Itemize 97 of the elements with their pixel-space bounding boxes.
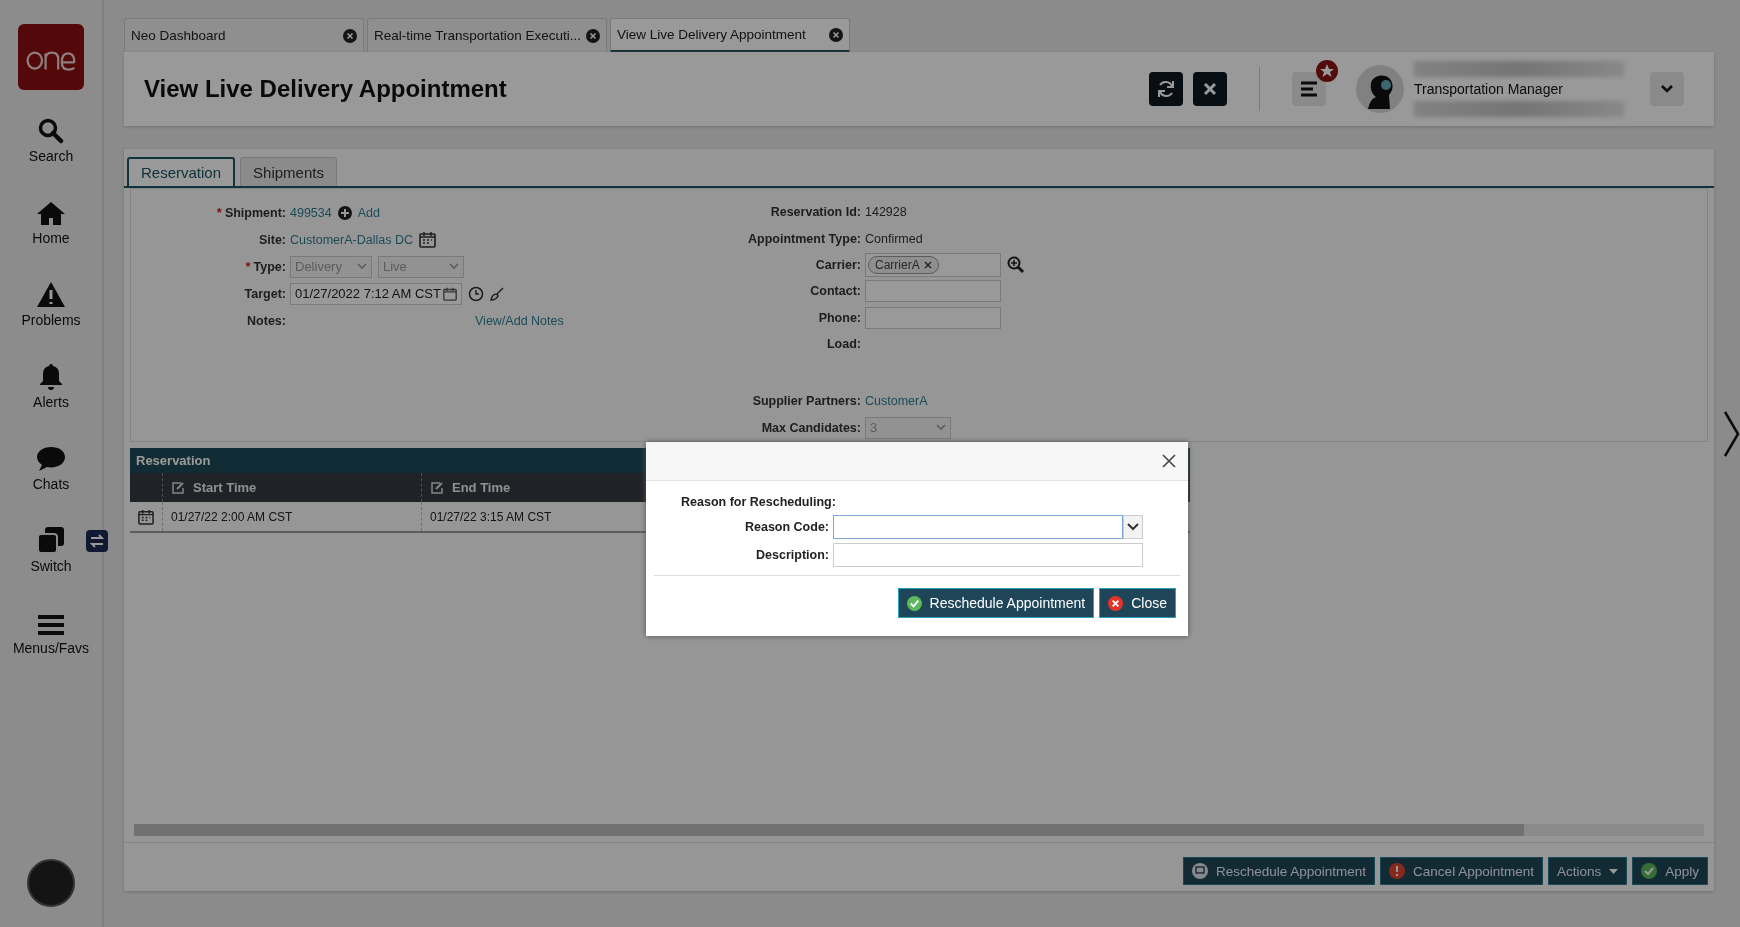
partner-link[interactable]: CustomerA bbox=[865, 394, 928, 409]
field-value: Confirmed bbox=[865, 231, 923, 246]
tab[interactable]: Shipments bbox=[240, 157, 337, 186]
close-icon[interactable] bbox=[343, 28, 357, 43]
input-field[interactable] bbox=[865, 280, 1001, 303]
sidebar-item[interactable]: Problems bbox=[15, 278, 87, 360]
footer-button[interactable]: Apply bbox=[1632, 857, 1708, 885]
field-label: Target: bbox=[244, 286, 286, 301]
chevron-down-icon bbox=[449, 263, 459, 270]
field-label: Reservation Id: bbox=[769, 205, 861, 220]
swap-arrows-icon bbox=[85, 530, 108, 552]
chevron-down-icon bbox=[357, 263, 367, 270]
plus-circle-icon bbox=[337, 205, 352, 220]
window-tab[interactable]: View Live Delivery Appointment bbox=[610, 18, 850, 52]
dialog-button[interactable]: Reschedule Appointment bbox=[897, 588, 1095, 618]
table-cell: 01/27/22 2:00 AM CST bbox=[162, 502, 421, 531]
broom-icon[interactable] bbox=[490, 286, 504, 301]
dialog-button[interactable]: Close bbox=[1099, 588, 1176, 618]
window-tab[interactable]: Real-time Transportation Executi... bbox=[367, 18, 607, 52]
home-icon bbox=[36, 200, 66, 226]
sidebar-item[interactable]: Menus/Favs bbox=[6, 606, 96, 688]
site-link[interactable]: CustomerA-Dallas DC bbox=[290, 232, 413, 247]
avatar-icon[interactable] bbox=[27, 859, 75, 907]
field-value: 142928 bbox=[865, 205, 907, 220]
shipment-link[interactable]: 499534 bbox=[290, 205, 332, 220]
description-field[interactable] bbox=[833, 543, 1143, 567]
field-label: Description: bbox=[755, 548, 829, 562]
zoom-in-icon[interactable] bbox=[1007, 255, 1025, 274]
chevron-down-icon bbox=[1127, 523, 1139, 531]
page-title: View Live Delivery Appointment bbox=[144, 75, 507, 103]
tab[interactable]: Reservation bbox=[127, 157, 236, 186]
close-icon[interactable] bbox=[1162, 454, 1176, 468]
close-icon[interactable] bbox=[923, 260, 932, 269]
menu-icon bbox=[38, 614, 64, 636]
window-tab[interactable]: Neo Dashboard bbox=[124, 18, 364, 52]
cancel-circle-icon bbox=[1108, 595, 1124, 611]
footer-button[interactable]: Cancel Appointment bbox=[1380, 857, 1543, 885]
footer-button[interactable]: Reschedule Appointment bbox=[1183, 857, 1376, 885]
field-label: Site: bbox=[258, 232, 286, 247]
dialog-heading: Reason for Rescheduling: bbox=[681, 495, 837, 509]
warning-icon bbox=[36, 281, 66, 308]
add-link[interactable]: Add bbox=[357, 205, 380, 220]
search-icon bbox=[38, 118, 64, 144]
close-icon[interactable] bbox=[586, 28, 600, 43]
sidebar-item[interactable]: Alerts bbox=[27, 360, 75, 442]
field-label: Shipment: bbox=[224, 205, 286, 220]
star-badge-icon bbox=[1316, 60, 1338, 82]
edit-icon bbox=[171, 480, 185, 495]
logo-icon bbox=[18, 24, 84, 90]
required-marker: * bbox=[245, 259, 251, 274]
field-label: Notes: bbox=[247, 313, 286, 328]
menu-button[interactable] bbox=[1292, 72, 1326, 106]
field-label: Carrier: bbox=[814, 257, 861, 272]
user-menu-button[interactable] bbox=[1650, 72, 1684, 106]
sidebar-item[interactable]: Switch bbox=[24, 524, 78, 606]
clock-icon[interactable] bbox=[468, 285, 484, 302]
calendar-icon[interactable] bbox=[138, 508, 154, 525]
chevron-down-icon bbox=[936, 424, 946, 432]
footer-button[interactable]: Actions bbox=[1547, 857, 1628, 885]
notes-link[interactable]: View/Add Notes bbox=[475, 313, 564, 328]
chat-bubble-icon bbox=[36, 446, 66, 472]
calendar-icon[interactable] bbox=[418, 231, 436, 248]
field-label: Phone: bbox=[817, 310, 861, 325]
caret-icon bbox=[1609, 868, 1619, 874]
field-label: Reason Code: bbox=[743, 520, 829, 534]
user-avatar[interactable] bbox=[1356, 65, 1404, 113]
edit-icon bbox=[430, 480, 444, 495]
scrollbar[interactable] bbox=[134, 824, 1704, 836]
date-field[interactable]: 01/27/2022 7:12 AM CST bbox=[290, 282, 462, 305]
menu-icon bbox=[1300, 81, 1318, 97]
calendar-icon bbox=[443, 286, 457, 301]
field-label: Load: bbox=[825, 337, 861, 352]
user-role: Transportation Manager bbox=[1414, 81, 1564, 97]
chevron-down-icon bbox=[1661, 85, 1673, 93]
refresh-icon bbox=[1156, 79, 1176, 99]
field-label: Supplier Partners: bbox=[751, 394, 861, 409]
column-header[interactable]: Start Time bbox=[162, 473, 421, 502]
refresh-button[interactable] bbox=[1149, 72, 1183, 106]
check-circle-icon bbox=[906, 595, 922, 611]
field-label: Type: bbox=[253, 259, 286, 274]
field-label: Contact: bbox=[809, 284, 861, 299]
windows-icon bbox=[37, 526, 65, 554]
bell-icon bbox=[39, 363, 63, 390]
input-field[interactable] bbox=[865, 306, 1001, 329]
check-circle-icon bbox=[1641, 863, 1658, 879]
close-icon[interactable] bbox=[829, 27, 843, 42]
exclamation-icon bbox=[1389, 863, 1406, 879]
required-marker: * bbox=[216, 205, 222, 220]
carrier-field[interactable]: CarrierA bbox=[865, 252, 1001, 277]
field-label: Max Candidates: bbox=[760, 420, 861, 435]
carrier-chip[interactable]: CarrierA bbox=[868, 255, 939, 274]
sidebar-item[interactable]: Search bbox=[22, 114, 80, 196]
close-icon bbox=[1203, 82, 1217, 96]
sidebar-item[interactable]: Chats bbox=[26, 442, 76, 524]
sidebar-item[interactable]: Home bbox=[26, 196, 76, 278]
field-label: Appointment Type: bbox=[747, 231, 861, 246]
close-button[interactable] bbox=[1193, 72, 1227, 106]
